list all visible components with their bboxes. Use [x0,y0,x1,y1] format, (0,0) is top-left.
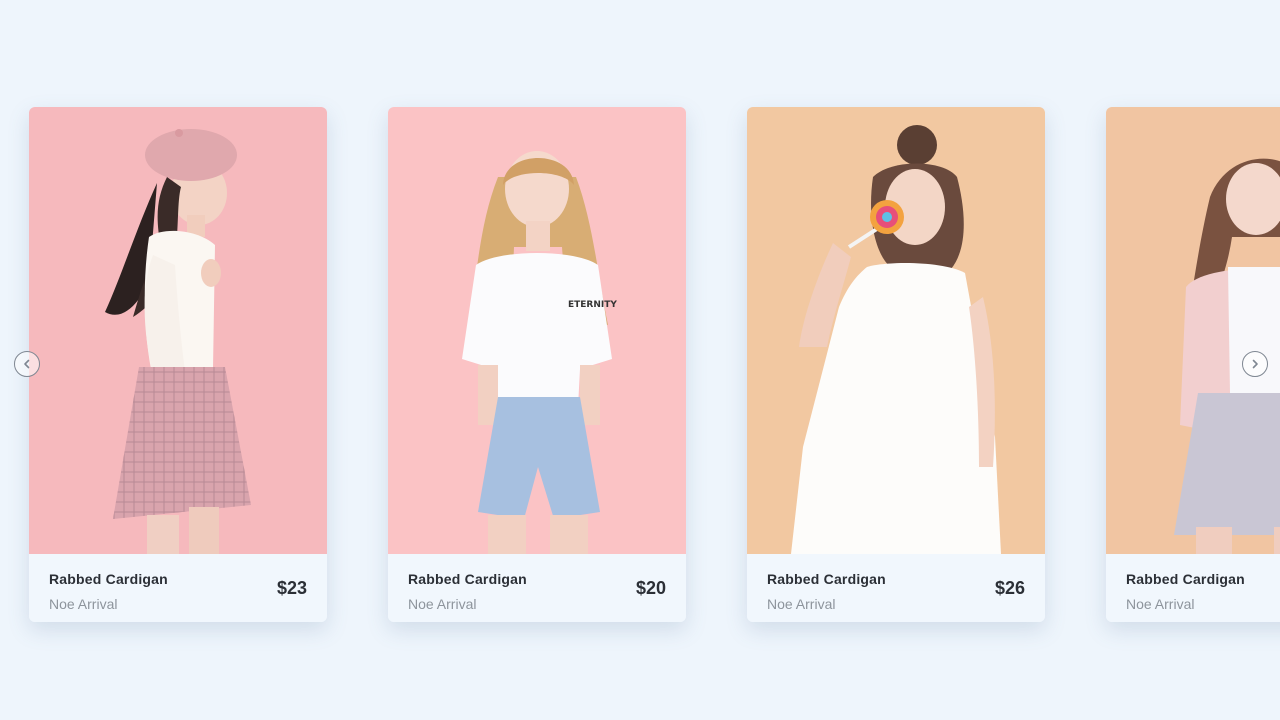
product-card[interactable]: Rabbed Cardigan Noe Arrival $26 [747,107,1045,622]
product-image[interactable]: ETERNITY [388,107,686,554]
product-subtitle: Noe Arrival [49,596,118,612]
product-price: $26 [994,578,1025,598]
product-subtitle: Noe Arrival [408,596,477,612]
chevron-left-icon [24,359,30,369]
product-info: Rabbed Cardigan Noe Arrival $23 [29,554,327,622]
product-subtitle: Noe Arrival [767,596,836,612]
product-info: Rabbed Cardigan Noe Arrival [1106,554,1280,622]
product-info: Rabbed Cardigan Noe Arrival $26 [747,554,1045,622]
product-name[interactable]: Rabbed Cardigan [1126,571,1245,587]
product-name[interactable]: Rabbed Cardigan [408,571,527,587]
product-image[interactable] [29,107,327,554]
product-card[interactable]: ETERNITY Rabbed Cardigan Noe Arrival $20 [388,107,686,622]
carousel-next-button[interactable] [1242,351,1268,377]
product-name[interactable]: Rabbed Cardigan [49,571,168,587]
shirt-print: ETERNITY [568,300,617,310]
product-price: $20 [635,578,666,598]
product-name[interactable]: Rabbed Cardigan [767,571,886,587]
product-card[interactable]: Rabbed Cardigan Noe Arrival $23 [29,107,327,622]
model-photo [747,107,1045,554]
model-photo [1106,107,1280,554]
product-image[interactable] [1106,107,1280,554]
product-image[interactable] [747,107,1045,554]
product-subtitle: Noe Arrival [1126,596,1195,612]
model-photo: ETERNITY [388,107,686,554]
product-carousel: Rabbed Cardigan Noe Arrival $23 ETERNITY [0,0,1280,720]
chevron-right-icon [1252,359,1258,369]
product-info: Rabbed Cardigan Noe Arrival $20 [388,554,686,622]
product-price: $23 [276,578,307,598]
carousel-prev-button[interactable] [14,351,40,377]
model-photo [29,107,327,554]
